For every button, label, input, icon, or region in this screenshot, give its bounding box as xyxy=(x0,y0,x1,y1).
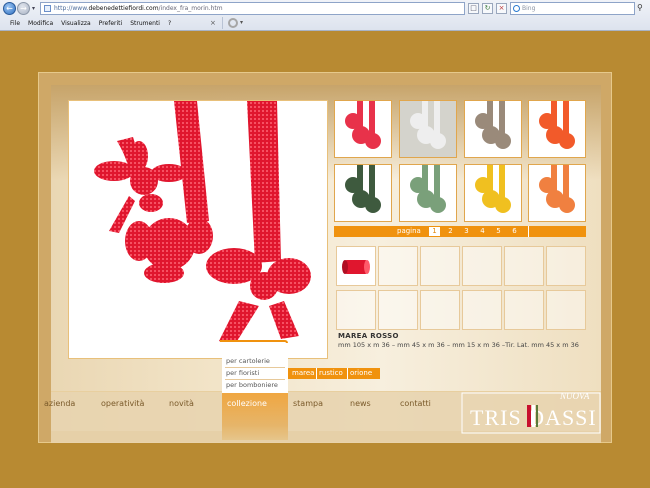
page-6[interactable]: 6 xyxy=(509,226,520,237)
logo-graphic: NUOVA TRIS DASSI xyxy=(461,391,601,434)
thumb-ribbon xyxy=(345,101,381,149)
tab-divider xyxy=(316,368,317,379)
detail-cell-1[interactable] xyxy=(336,246,376,286)
detail-cell-9 xyxy=(420,290,460,330)
detail-cell-12 xyxy=(546,290,586,330)
page-icon xyxy=(44,5,51,12)
product-description: mm 105 x m 36 – mm 45 x m 36 – mm 15 x m… xyxy=(338,341,579,349)
thumbnail-4[interactable] xyxy=(528,100,586,158)
thumbnail-7[interactable] xyxy=(464,164,522,222)
compatibility-icon[interactable]: □ xyxy=(468,3,479,14)
refresh-icon[interactable]: ↻ xyxy=(482,3,493,14)
thumb-ribbon xyxy=(475,101,511,149)
thumbnail-grid xyxy=(334,100,586,224)
page-1[interactable]: 1 xyxy=(429,227,440,236)
history-dropdown-icon[interactable]: ▾ xyxy=(32,5,35,12)
search-input[interactable]: Bing xyxy=(510,2,635,15)
brand-logo[interactable]: NUOVA TRIS DASSI xyxy=(458,387,604,437)
nav-contatti[interactable]: contatti xyxy=(400,399,431,408)
page-3[interactable]: 3 xyxy=(461,226,472,237)
back-arrow-icon[interactable]: ← xyxy=(3,2,16,15)
thumbnail-5[interactable] xyxy=(334,164,392,222)
menu-preferiti[interactable]: Preferiti xyxy=(99,18,123,30)
thumbnail-8[interactable] xyxy=(528,164,586,222)
gear-icon[interactable] xyxy=(228,18,238,28)
submenu-fioristi[interactable]: per fioristi xyxy=(226,369,259,377)
page-5[interactable]: 5 xyxy=(493,226,504,237)
menu-visualizza[interactable]: Visualizza xyxy=(61,18,91,30)
nav-news[interactable]: news xyxy=(350,399,371,408)
nav-azienda[interactable]: azienda xyxy=(44,399,75,408)
thumbnail-6[interactable] xyxy=(399,164,457,222)
thumb-ribbon xyxy=(475,165,511,213)
page-2[interactable]: 2 xyxy=(445,226,456,237)
detail-cell-4 xyxy=(462,246,502,286)
address-host: debenedettiefiordi.com xyxy=(88,5,159,12)
thumbnail-1[interactable] xyxy=(334,100,392,158)
thumbnail-2[interactable] xyxy=(399,100,457,158)
logo-top-text: NUOVA xyxy=(559,391,590,401)
close-tab-icon[interactable]: × xyxy=(210,19,216,27)
pagination-label: pagina xyxy=(397,227,421,235)
chevron-down-icon[interactable]: ▾ xyxy=(240,19,243,26)
detail-cell-7 xyxy=(336,290,376,330)
nav-stampa[interactable]: stampa xyxy=(293,399,323,408)
page-4[interactable]: 4 xyxy=(477,226,488,237)
submenu-accent xyxy=(220,340,288,343)
toolbar-divider xyxy=(222,17,223,29)
line-tabs: marea rustico orione xyxy=(288,368,380,379)
tab-marea[interactable]: marea xyxy=(292,368,314,379)
search-placeholder: Bing xyxy=(522,5,536,12)
detail-cell-11 xyxy=(504,290,544,330)
browser-chrome: ← → ▾ http://www.debenedettiefiordi.com/… xyxy=(0,0,650,31)
ribbon-illustration xyxy=(94,101,311,346)
address-bar[interactable]: http://www.debenedettiefiordi.com/index_… xyxy=(40,2,465,15)
menu-bar: File Modifica Visualizza Preferiti Strumenti… xyxy=(0,18,650,30)
bing-icon xyxy=(513,5,520,12)
tab-divider xyxy=(347,368,348,379)
submenu-bomboniere[interactable]: per bomboniere xyxy=(226,381,278,389)
submenu-cartolerie[interactable]: per cartolerie xyxy=(226,357,270,365)
detail-cell-10 xyxy=(462,290,502,330)
thumb-ribbon xyxy=(539,101,575,149)
detail-cell-6 xyxy=(546,246,586,286)
pagination-bar: pagina 1 2 3 4 5 6 xyxy=(334,226,586,237)
menu-strumenti[interactable]: Strumenti xyxy=(130,18,160,30)
thumb-ribbon xyxy=(410,101,446,149)
thumbnail-3[interactable] xyxy=(464,100,522,158)
ribbon-spool-icon xyxy=(342,260,370,274)
menu-help[interactable]: ? xyxy=(168,18,171,30)
collection-submenu: per cartolerie per fioristi per bombonie… xyxy=(222,341,288,393)
nav-novita[interactable]: novità xyxy=(169,399,194,408)
stop-icon[interactable]: × xyxy=(496,3,507,14)
detail-grid xyxy=(334,244,586,330)
detail-cell-5 xyxy=(504,246,544,286)
detail-cell-3 xyxy=(420,246,460,286)
thumb-ribbon xyxy=(345,165,381,213)
product-title: MAREA ROSSO xyxy=(338,332,399,340)
nav-operativita[interactable]: operatività xyxy=(101,399,144,408)
tab-rustico[interactable]: rustico xyxy=(319,368,343,379)
menu-file[interactable]: File xyxy=(10,18,20,30)
thumb-ribbon xyxy=(410,165,446,213)
tab-orione[interactable]: orione xyxy=(350,368,372,379)
search-go-icon[interactable]: ⚲ xyxy=(637,3,643,12)
thumb-ribbon xyxy=(539,165,575,213)
product-info: MAREA ROSSO mm 105 x m 36 – mm 45 x m 36… xyxy=(338,332,583,350)
submenu-divider xyxy=(225,367,285,368)
address-prefix: http://www. xyxy=(54,5,89,12)
submenu-divider xyxy=(225,379,285,380)
detail-cell-8 xyxy=(378,290,418,330)
product-photo xyxy=(68,100,328,359)
menu-modifica[interactable]: Modifica xyxy=(28,18,53,30)
address-path: /index_fra_morin.htm xyxy=(158,5,223,12)
nav-collezione[interactable]: collezione xyxy=(227,399,267,408)
forward-arrow-icon[interactable]: → xyxy=(17,2,30,15)
detail-cell-2 xyxy=(378,246,418,286)
pagination-divider xyxy=(528,226,529,237)
